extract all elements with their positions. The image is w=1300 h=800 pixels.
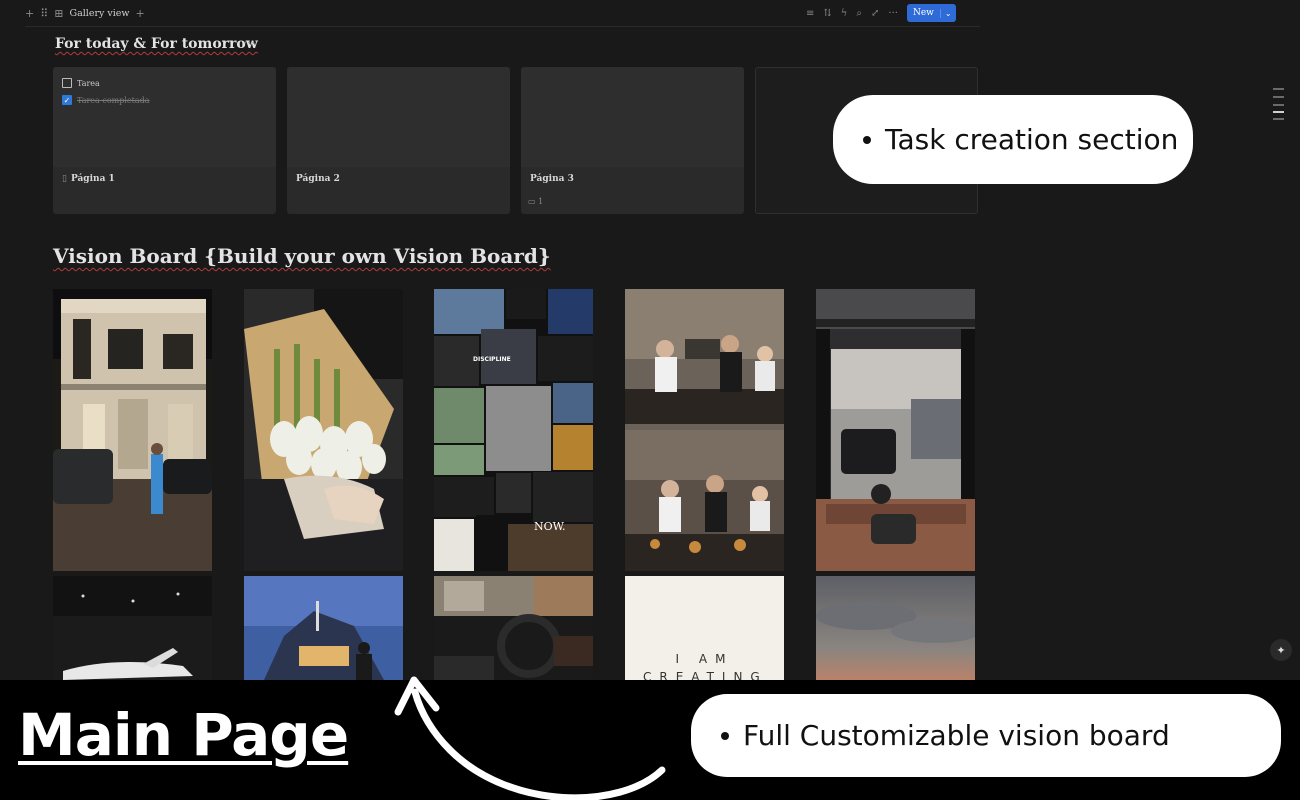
callout-vision-board: Full Customizable vision board xyxy=(691,694,1281,777)
todo-text: Tarea completada xyxy=(77,95,150,105)
vision-image-garage[interactable] xyxy=(816,289,975,571)
card-title-text: Página 1 xyxy=(70,174,115,184)
todo-text: Tarea xyxy=(77,78,100,88)
collage-label-discipline: DISCIPLINE xyxy=(473,356,511,363)
vision-image-affirmation[interactable]: I AM CREATING xyxy=(625,576,784,680)
bullet-icon xyxy=(863,135,871,144)
callout-text: Full Customizable vision board xyxy=(743,719,1170,752)
gallery-grid-icon: ⊞ xyxy=(54,6,64,20)
main-page-heading: Main Page xyxy=(18,701,349,769)
gallery-toolbar: + ⠿ ⊞ Gallery view + ≡ ⇅ ϟ ⌕ ⤢ ··· New ⌄ xyxy=(0,0,1000,26)
search-icon[interactable]: ⌕ xyxy=(856,8,862,19)
sort-icon[interactable]: ⇅ xyxy=(823,8,831,19)
curved-arrow-icon xyxy=(394,676,666,800)
checkbox-checked-icon[interactable]: ✓ xyxy=(62,95,72,105)
add-block-icon[interactable]: + xyxy=(25,7,34,20)
card-preview xyxy=(521,67,744,167)
gallery-card-1[interactable]: Tarea ✓ Tarea completada ▯ Página 1 xyxy=(53,67,276,214)
vision-image-jet[interactable] xyxy=(53,576,212,680)
vision-image-family[interactable] xyxy=(625,289,784,571)
outline-marker[interactable] xyxy=(1273,96,1284,98)
comment-icon: ▭ xyxy=(528,197,536,206)
new-button[interactable]: New ⌄ xyxy=(906,4,956,22)
section-more-icon[interactable]: ··· xyxy=(243,36,255,51)
gallery-card-3[interactable]: Página 3 ▭ 1 xyxy=(521,67,744,214)
drag-handle-icon[interactable]: ⠿ xyxy=(40,7,48,20)
chevron-down-icon[interactable]: ⌄ xyxy=(939,8,956,18)
todo-item[interactable]: Tarea xyxy=(62,78,267,88)
card-title: ▯ Página 1 xyxy=(62,174,115,184)
today-section-title: For today & For tomorrow xyxy=(55,36,258,52)
callout-text: Task creation section xyxy=(885,123,1179,156)
view-tabs: + ⠿ ⊞ Gallery view + xyxy=(25,7,145,20)
card-preview xyxy=(287,67,510,167)
callout-task-creation: Task creation section xyxy=(833,95,1193,184)
ai-assistant-icon[interactable]: ✦ xyxy=(1270,639,1292,661)
automation-icon[interactable]: ϟ xyxy=(841,8,848,19)
checkbox-icon[interactable] xyxy=(62,78,72,88)
outline-marker[interactable] xyxy=(1273,104,1284,106)
bullet-icon xyxy=(721,731,729,740)
todo-item-done[interactable]: ✓ Tarea completada xyxy=(62,95,267,105)
filter-icon[interactable]: ≡ xyxy=(806,8,814,19)
expand-icon[interactable]: ⤢ xyxy=(871,8,879,19)
view-actions: ≡ ⇅ ϟ ⌕ ⤢ ··· New ⌄ xyxy=(806,4,956,22)
page-icon: ▯ xyxy=(62,174,67,184)
vision-image-yacht[interactable] xyxy=(244,576,403,680)
more-icon[interactable]: ··· xyxy=(888,8,898,19)
outline-marker-active[interactable] xyxy=(1273,111,1284,113)
new-button-label: New xyxy=(912,8,934,18)
card-title: Página 2 xyxy=(296,174,340,184)
toolbar-divider xyxy=(25,26,980,27)
vision-board-title: Vision Board {Build your own Vision Boar… xyxy=(53,244,551,268)
collage-label-now: NOW. xyxy=(534,520,566,533)
vision-image-sky[interactable] xyxy=(816,576,975,680)
comment-count: ▭ 1 xyxy=(528,197,544,206)
view-tab-gallery[interactable]: Gallery view xyxy=(70,8,130,19)
vision-image-collage[interactable]: DISCIPLINE NOW. xyxy=(434,289,593,571)
card-preview: Tarea ✓ Tarea completada xyxy=(53,67,276,167)
add-view-icon[interactable]: + xyxy=(136,7,145,20)
outline-marker[interactable] xyxy=(1273,118,1284,120)
vision-image-drive[interactable] xyxy=(434,576,593,680)
card-title: Página 3 xyxy=(530,174,574,184)
vision-image-tulips[interactable] xyxy=(244,289,403,571)
outline-marker[interactable] xyxy=(1273,88,1284,90)
vision-image-house[interactable] xyxy=(53,289,212,571)
gallery-card-2[interactable]: Página 2 xyxy=(287,67,510,214)
